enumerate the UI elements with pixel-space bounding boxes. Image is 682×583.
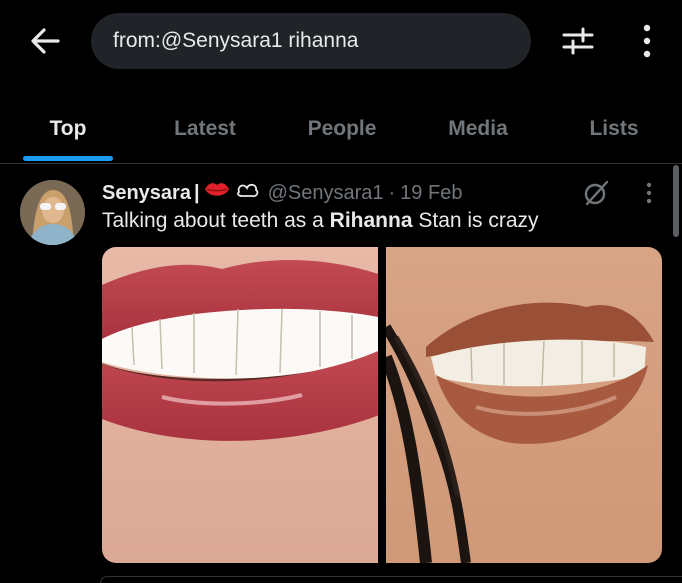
tweet-header: Senysara | @Senysara1 · 19 Feb (102, 179, 462, 207)
back-arrow-icon[interactable] (28, 26, 62, 56)
name-separator: | (193, 181, 200, 204)
author-name[interactable]: Senysara (102, 182, 191, 205)
filter-sliders-icon[interactable] (561, 26, 595, 56)
grok-icon[interactable] (583, 180, 609, 206)
tab-people[interactable]: People (292, 100, 392, 158)
active-tab-indicator (23, 156, 113, 161)
avatar[interactable] (20, 180, 85, 245)
tab-lists[interactable]: Lists (570, 100, 658, 158)
search-header: from:@Senysara1 rihanna (0, 0, 682, 86)
tweet-text-highlight: Rihanna (329, 209, 413, 232)
author-handle[interactable]: @Senysara1 (268, 182, 384, 205)
tweet-more-icon[interactable] (643, 180, 655, 206)
tweet-media (102, 247, 662, 563)
search-input[interactable]: from:@Senysara1 rihanna (91, 13, 531, 69)
tab-media[interactable]: Media (428, 100, 528, 158)
tweet-text-start: Talking about teeth as a (102, 209, 330, 232)
more-vertical-icon[interactable] (634, 22, 660, 60)
search-query-text: from:@Senysara1 rihanna (113, 29, 359, 52)
tweet-image-right[interactable] (386, 247, 662, 563)
divider (0, 163, 682, 164)
tweet-text-end: Stan is crazy (412, 209, 539, 232)
tab-latest[interactable]: Latest (160, 100, 250, 158)
tweet-date[interactable]: 19 Feb (400, 182, 462, 205)
date-separator: · (388, 181, 396, 204)
tweet-image-left[interactable] (102, 247, 378, 563)
tab-top[interactable]: Top (23, 100, 113, 158)
affiliate-badge-icon (236, 181, 260, 205)
lips-emoji-icon (204, 180, 230, 206)
search-tabs: Top Latest People Media Lists (0, 100, 682, 163)
scrollbar[interactable] (673, 165, 679, 237)
tweet-text: Talking about teeth as a Rihanna Stan is… (102, 209, 539, 233)
